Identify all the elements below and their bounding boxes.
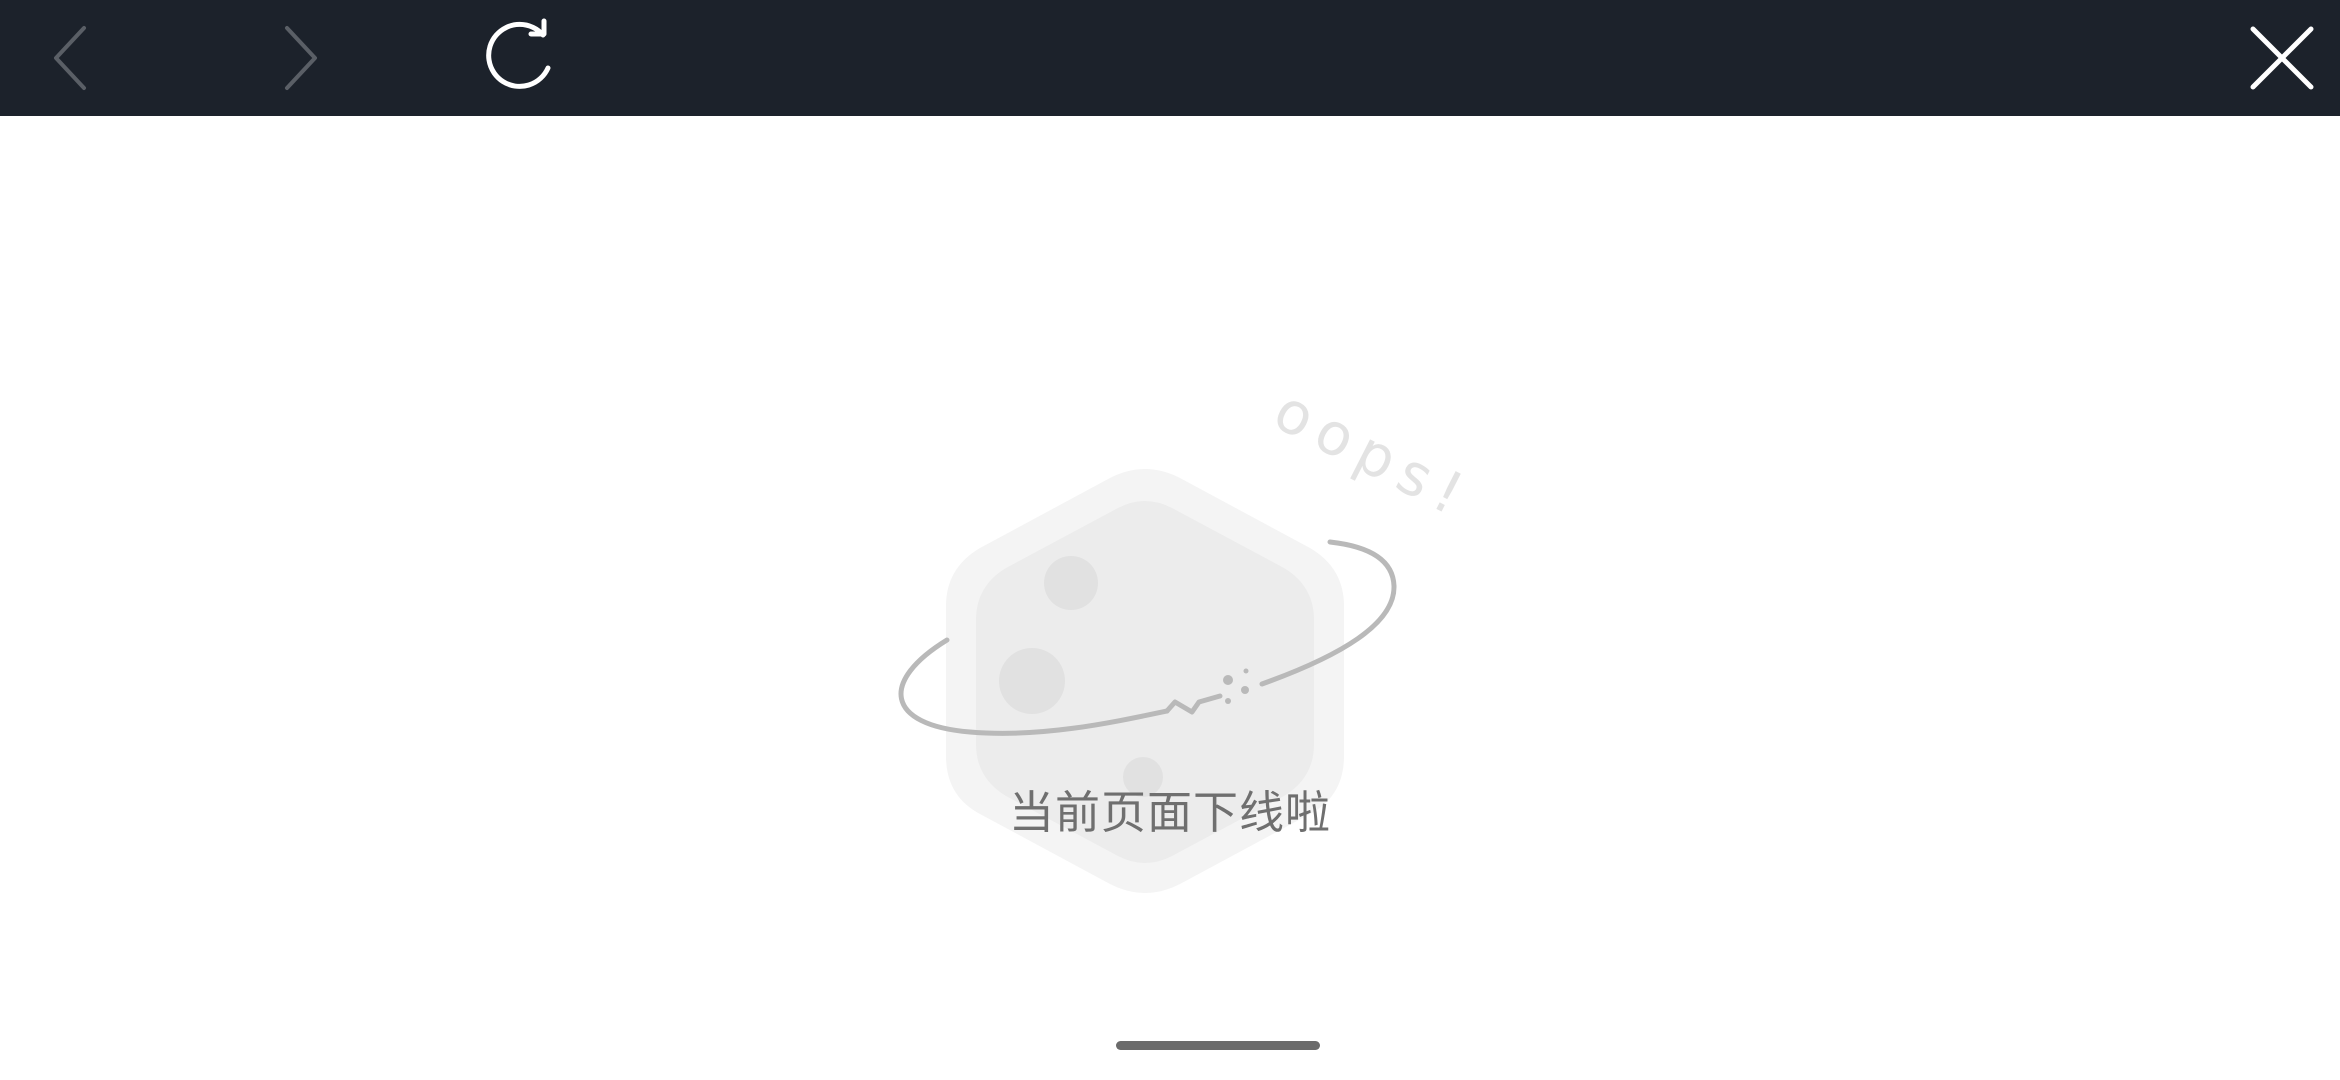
crater: [999, 648, 1065, 714]
close-icon: [2250, 26, 2314, 90]
debris-dot: [1243, 668, 1249, 674]
chevron-right-icon: [285, 26, 317, 90]
error-message: 当前页面下线啦: [1008, 786, 1331, 839]
browser-toolbar: [0, 0, 2340, 116]
forward-button[interactable]: [258, 18, 338, 98]
back-button[interactable]: [33, 18, 113, 98]
chevron-left-icon: [54, 26, 86, 90]
debris-dot: [1241, 686, 1249, 694]
oops-text: oops!: [1264, 376, 1470, 533]
close-button[interactable]: [2242, 18, 2322, 98]
error-page: oops! 当前页面下线啦: [0, 116, 2340, 1080]
home-indicator[interactable]: [1116, 1041, 1320, 1050]
debris-dot: [1225, 698, 1231, 704]
crater: [1044, 556, 1098, 610]
refresh-icon: [486, 18, 551, 89]
debris-dot: [1223, 675, 1233, 685]
refresh-button[interactable]: [485, 18, 565, 98]
